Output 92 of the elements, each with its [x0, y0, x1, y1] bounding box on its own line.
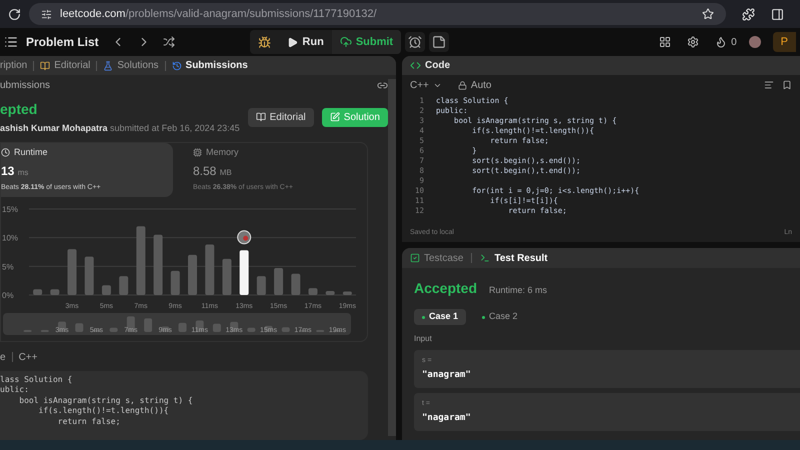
axis-label: 15%: [2, 204, 18, 214]
clock-icon: [1, 148, 10, 157]
alarm-clock-icon[interactable]: [405, 32, 426, 52]
mode-label: Auto: [470, 78, 492, 92]
panel-tab[interactable]: Solutions: [103, 58, 159, 73]
histogram-bar: [308, 288, 318, 294]
note-icon[interactable]: [429, 32, 450, 52]
result-status: Accepted: [414, 279, 478, 298]
language-select[interactable]: C++: [410, 78, 442, 92]
side-panel-icon[interactable]: [771, 8, 784, 20]
edit-icon: [330, 112, 340, 122]
histogram-bar: [68, 248, 77, 294]
metric-value: 8.58 MB: [193, 163, 233, 180]
chip-icon: [193, 148, 202, 157]
reload-icon[interactable]: [8, 8, 21, 20]
book-icon: [40, 60, 50, 70]
editorial-button[interactable]: Editorial: [248, 108, 314, 127]
code-line: return false;: [56, 416, 120, 427]
history-icon: [172, 60, 182, 70]
histogram-bar: [222, 258, 232, 294]
format-icon[interactable]: [764, 80, 774, 90]
histogram-bar: [274, 268, 284, 294]
runtime-text: Runtime: 6 ms: [489, 284, 548, 296]
language-label: C++: [18, 350, 38, 364]
variable-value: "nagaram": [422, 412, 471, 425]
code-line: ublic:: [0, 385, 29, 396]
axis-label: 5%: [2, 262, 14, 271]
histogram-bar: [84, 256, 94, 294]
debug-icon[interactable]: [258, 36, 272, 48]
metric-label: Memory: [193, 146, 355, 159]
site-settings-icon[interactable]: [41, 8, 52, 20]
histogram-bar: [136, 226, 146, 294]
address-bar[interactable]: leetcode.com/problems/valid-anagram/submissions/1177190132/: [29, 3, 726, 25]
terminal-icon: [480, 253, 490, 263]
result-tab[interactable]: Testcase: [410, 250, 464, 266]
case-tab[interactable]: Case 1: [414, 309, 466, 325]
code-line: bool isAnagram(string s, string t) {: [18, 396, 193, 406]
axis-label: 10%: [2, 233, 18, 242]
lock-icon: [458, 80, 467, 90]
histogram-bar: [188, 254, 197, 294]
code-line: if(s.length()!=t.length()){: [38, 406, 169, 416]
panel-tab[interactable]: Submissions: [172, 58, 248, 73]
checkbox-icon: [410, 253, 420, 263]
submission-status: epted: [0, 100, 38, 119]
run-button[interactable]: Run: [279, 34, 332, 50]
play-icon: [287, 36, 298, 48]
metric-value: 13 ms: [1, 163, 30, 180]
histogram-bar: [205, 244, 214, 294]
book-icon: [256, 112, 266, 122]
cloud-upload-icon: [340, 36, 352, 48]
axis-label: 0%: [2, 290, 14, 300]
histogram-bar: [33, 288, 42, 294]
streak-count: 0: [731, 36, 737, 50]
problem-list-link[interactable]: Problem List: [26, 33, 99, 51]
histogram-bar: [342, 291, 352, 294]
histogram-bar: [102, 284, 111, 294]
panel-title: Code: [425, 59, 450, 73]
premium-button[interactable]: P: [772, 32, 796, 52]
input-label: Input: [413, 333, 433, 345]
histogram-bar: [170, 270, 180, 294]
flame-icon[interactable]: [715, 36, 728, 48]
code-line: lass Solution {: [0, 374, 72, 385]
result-tab[interactable]: Test Result: [480, 250, 548, 266]
code-icon: [410, 60, 421, 71]
panel-tab[interactable]: Editorial: [40, 58, 90, 73]
histogram-bar: [50, 288, 60, 294]
breadcrumb-text: ubmissions: [0, 78, 50, 92]
url-text: leetcode.com/problems/valid-anagram/submissions/1177190132/: [60, 6, 377, 22]
list-icon[interactable]: [4, 35, 18, 49]
avatar[interactable]: [748, 36, 761, 48]
scrollbar[interactable]: [388, 79, 396, 436]
flask-icon: [103, 60, 114, 70]
histogram-bar: [240, 250, 249, 294]
case-tab[interactable]: Case 2: [474, 309, 526, 325]
extensions-icon[interactable]: [742, 8, 755, 20]
metric-label: Runtime: [1, 146, 173, 159]
bookmark-star-icon[interactable]: [702, 8, 714, 20]
grid-icon[interactable]: [659, 36, 672, 48]
histogram-bar: [326, 290, 335, 294]
submit-button[interactable]: Submit: [332, 30, 402, 54]
avatar-marker-icon: [237, 230, 252, 244]
panel-tab[interactable]: ription: [0, 58, 28, 73]
bookmark-icon[interactable]: [782, 80, 792, 90]
histogram-bar: [154, 234, 163, 294]
language-label: e: [0, 350, 6, 364]
histogram-bar: [291, 273, 300, 294]
submission-meta: ashish Kumar Mohapatra submitted at Feb 16, 2024 23:45: [0, 122, 240, 135]
variable-value: "anagram": [422, 369, 471, 382]
shuffle-icon[interactable]: [162, 36, 175, 48]
settings-icon[interactable]: [687, 36, 700, 48]
histogram-bar: [256, 276, 266, 294]
histogram-bar: [119, 276, 128, 294]
